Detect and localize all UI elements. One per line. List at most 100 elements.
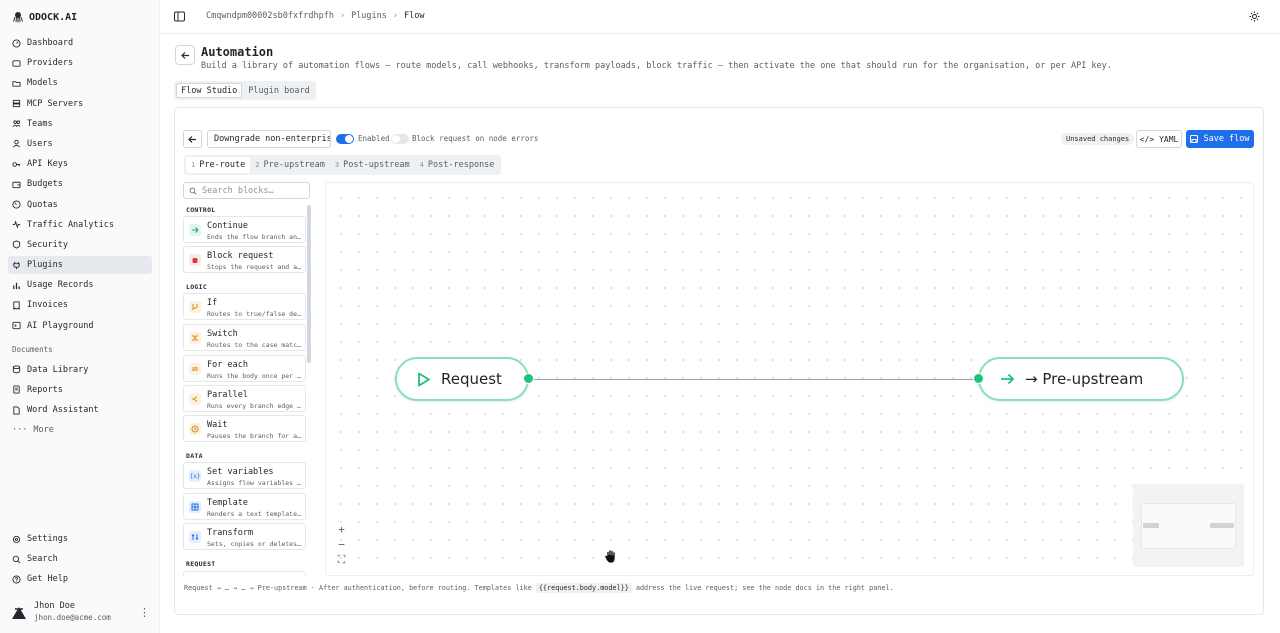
- tab-pre-upstream[interactable]: 2 Pre-upstream: [250, 157, 330, 173]
- node-output-handle[interactable]: [523, 373, 534, 384]
- block-wait[interactable]: Wait Pauses the branch for a duration: [183, 415, 306, 442]
- sidebar-item-label: Usage Records: [27, 280, 94, 291]
- sidebar-item-budgets[interactable]: Budgets: [8, 175, 152, 193]
- node-input-handle[interactable]: [973, 373, 984, 384]
- play-icon: [418, 372, 430, 386]
- palette-section-logic: LOGIC: [186, 283, 208, 291]
- save-flow-button[interactable]: Save flow: [1186, 130, 1254, 148]
- breadcrumb-item[interactable]: Cmqwndpm00002sb0fxfrdhpfh: [206, 11, 334, 21]
- breadcrumb-current: Flow: [404, 11, 425, 21]
- sidebar-item-providers[interactable]: Providers: [8, 54, 152, 72]
- sidebar-item-usage-records[interactable]: Usage Records: [8, 276, 152, 294]
- sidebar-item-users[interactable]: Users: [8, 135, 152, 153]
- tab-pre-route[interactable]: 1 Pre-route: [186, 157, 251, 173]
- block-block-request[interactable]: Block request Stops the request and answ…: [183, 246, 306, 273]
- variable-icon: {x}: [189, 470, 201, 482]
- sidebar-item-settings[interactable]: Settings: [8, 530, 152, 548]
- block-template[interactable]: Template Renders a text template into: [183, 493, 306, 520]
- dashboard-icon: [12, 38, 21, 48]
- key-icon: [12, 161, 21, 167]
- sidebar-item-reports[interactable]: Reports: [8, 381, 152, 399]
- block-title: Wait: [207, 420, 228, 430]
- flow-name-input[interactable]: Downgrade non-enterprise: [207, 130, 331, 148]
- enabled-toggle[interactable]: [336, 134, 354, 144]
- user-menu-icon[interactable]: ⋮: [139, 606, 150, 619]
- user-email: jhon.doe@acme.com: [34, 613, 111, 622]
- user-profile[interactable]: Jhon Doe jhon.doe@acme.com ⋮: [10, 600, 150, 624]
- sidebar-item-more[interactable]: ··· More: [8, 421, 152, 439]
- phase-number: 3: [334, 161, 340, 169]
- block-title: If: [207, 298, 218, 308]
- tab-plugin-board[interactable]: Plugin board: [244, 83, 313, 98]
- block-title: Continue: [207, 221, 248, 231]
- block-continue[interactable]: Continue Ends the flow branch and contin…: [183, 216, 306, 243]
- more-icon: ···: [12, 425, 28, 436]
- zoom-in-icon[interactable]: +: [338, 524, 345, 536]
- sidebar-item-mcp-servers[interactable]: MCP Servers: [8, 95, 152, 113]
- zoom-out-icon[interactable]: −: [338, 539, 345, 551]
- block-set-variables[interactable]: {x} Set variables Assigns flow variables…: [183, 462, 306, 489]
- sun-icon[interactable]: [1249, 11, 1260, 22]
- chevron-right-icon: ›: [339, 11, 346, 21]
- block-title: Block request: [207, 251, 274, 261]
- minimap-node: [1143, 523, 1159, 528]
- sidebar-item-traffic-analytics[interactable]: Traffic Analytics: [8, 216, 152, 234]
- node-request[interactable]: Request: [395, 357, 529, 401]
- save-icon: [1190, 135, 1199, 143]
- block-on-error-toggle[interactable]: [391, 134, 409, 144]
- sidebar-item-plugins[interactable]: Plugins: [8, 256, 152, 275]
- search-blocks-input[interactable]: Search blocks…: [183, 182, 310, 199]
- zoom-controls: + − ⛶: [336, 524, 347, 568]
- repeat-icon: [189, 363, 201, 375]
- phase-label: Post-upstream: [343, 160, 410, 170]
- sidebar-item-word-assistant[interactable]: Word Assistant: [8, 401, 152, 419]
- block-for-each[interactable]: For each Runs the body once per item: [183, 355, 306, 382]
- arrow-right-icon: [189, 224, 201, 236]
- sidebar-item-models[interactable]: Models: [8, 74, 152, 92]
- sidebar-item-security[interactable]: Security: [8, 236, 152, 254]
- folder-icon: [12, 81, 21, 87]
- phase-number: 4: [419, 161, 424, 169]
- sidebar-item-api-keys[interactable]: API Keys: [8, 155, 152, 173]
- sidebar-item-quotas[interactable]: Quotas: [8, 196, 152, 214]
- enabled-label: Enabled: [358, 134, 390, 143]
- sidebar-toggle-icon[interactable]: [174, 11, 185, 22]
- split-icon: [189, 393, 201, 405]
- sidebar-item-ai-playground[interactable]: AI Playground: [8, 317, 152, 335]
- flow-edge[interactable]: [533, 378, 976, 380]
- tab-flow-studio[interactable]: Flow Studio: [176, 83, 243, 98]
- block-title: Parallel: [207, 390, 248, 400]
- sidebar-item-invoices[interactable]: Invoices: [8, 296, 152, 314]
- yaml-button[interactable]: </> YAML: [1136, 130, 1182, 148]
- block-title: For each: [207, 360, 248, 370]
- node-label: → Pre-upstream: [1025, 370, 1144, 388]
- sidebar-item-teams[interactable]: Teams: [8, 115, 152, 133]
- block-request-partial[interactable]: [183, 571, 306, 576]
- sidebar-item-label: Teams: [27, 118, 53, 129]
- sidebar-item-search[interactable]: Search: [8, 550, 152, 568]
- block-switch[interactable]: Switch Routes to the case matching: [183, 324, 306, 351]
- tab-post-response[interactable]: 4 Post-response: [415, 157, 500, 173]
- block-desc: Ends the flow branch and continues: [207, 233, 303, 241]
- block-parallel[interactable]: Parallel Runs every branch edge concurre…: [183, 385, 306, 412]
- back-button[interactable]: [175, 45, 195, 65]
- fit-view-icon[interactable]: ⛶: [338, 554, 346, 566]
- tab-post-upstream[interactable]: 3 Post-upstream: [330, 157, 415, 173]
- user-name: Jhon Doe: [34, 601, 75, 611]
- sidebar-item-dashboard[interactable]: Dashboard: [8, 34, 152, 52]
- palette-scrollbar[interactable]: [307, 205, 311, 363]
- node-pre-upstream[interactable]: → Pre-upstream: [978, 357, 1184, 401]
- phase-label: Pre-upstream: [263, 160, 325, 170]
- block-if[interactable]: If Routes to true/false depending: [183, 293, 306, 320]
- sidebar-item-get-help[interactable]: Get Help: [8, 570, 152, 588]
- wallet-icon: [12, 181, 21, 188]
- flow-back-button[interactable]: [183, 130, 202, 148]
- block-transform[interactable]: Transform Sets, copies or deletes fields: [183, 523, 306, 550]
- sidebar-item-label: Quotas: [27, 199, 58, 210]
- sidebar-item-label: Budgets: [27, 179, 63, 190]
- brand[interactable]: ODOCK.AI: [12, 10, 77, 24]
- breadcrumb-item[interactable]: Plugins: [351, 11, 387, 21]
- sidebar-item-label: Word Assistant: [27, 405, 99, 415]
- transform-icon: [189, 531, 201, 543]
- sidebar-item-data-library[interactable]: Data Library: [8, 361, 152, 379]
